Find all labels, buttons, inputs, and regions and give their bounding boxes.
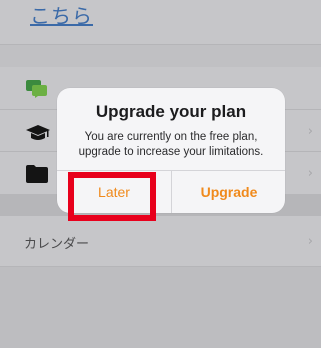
dialog-message: You are currently on the free plan, upgr… xyxy=(78,131,264,158)
app-screen: こちら › › › カレンダー Upgrade your plan You ar… xyxy=(0,0,321,348)
calendar-label: カレンダー xyxy=(24,237,90,252)
upgrade-button[interactable]: Upgrade xyxy=(172,171,285,213)
empty-area xyxy=(0,267,321,348)
chat-icon xyxy=(26,80,47,98)
upgrade-button-label: Upgrade xyxy=(200,184,258,200)
section-gap xyxy=(0,45,321,67)
chevron-right-icon: › xyxy=(307,124,313,139)
upgrade-dialog: Upgrade your plan You are currently on t… xyxy=(57,88,285,213)
graduation-cap-icon xyxy=(26,125,50,140)
folder-icon xyxy=(26,165,48,183)
dialog-title: Upgrade your plan xyxy=(95,102,247,121)
chevron-right-icon: › xyxy=(307,166,313,181)
later-button-label: Later xyxy=(98,184,130,200)
link-row: こちら xyxy=(0,0,321,44)
chevron-right-icon: › xyxy=(307,234,313,249)
later-button[interactable]: Later xyxy=(57,171,171,213)
link-text[interactable]: こちら xyxy=(30,0,93,29)
